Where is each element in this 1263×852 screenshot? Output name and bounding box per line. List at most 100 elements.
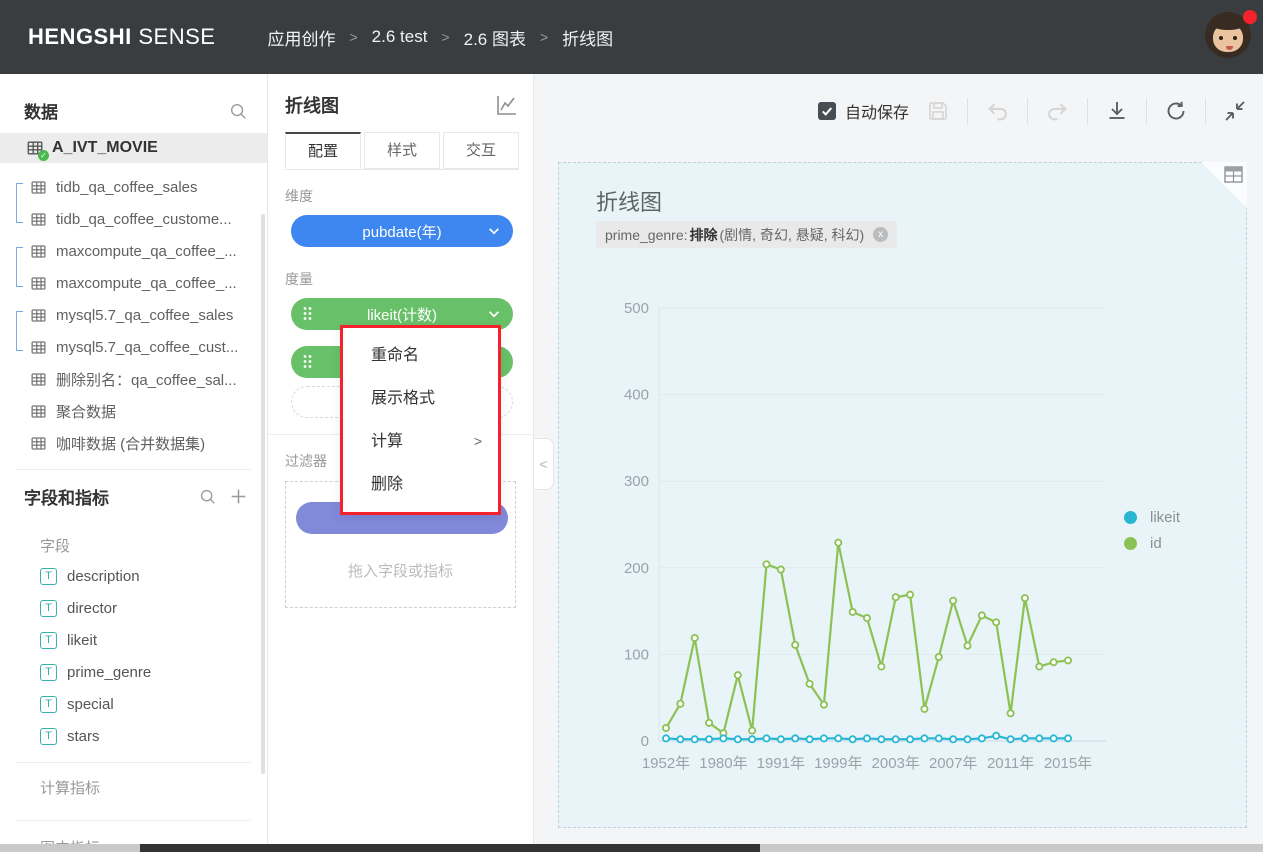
submenu-arrow-icon: > [474, 420, 482, 463]
page-curl-data-view[interactable] [1201, 162, 1247, 208]
sidebar-scrollbar[interactable] [261, 214, 265, 774]
context-menu-item[interactable]: 展示格式 [343, 377, 498, 420]
chart-canvas[interactable]: 折线图 prime_genre: 排除(剧情, 奇幻, 悬疑, 科幻) x 0 1… [558, 162, 1247, 828]
autosave-toggle[interactable]: 自动保存 [818, 99, 909, 123]
measure-pill-label: likeit(计数) [367, 304, 437, 325]
search-icon[interactable] [229, 102, 247, 120]
refresh-icon[interactable] [1164, 99, 1188, 123]
field-item[interactable]: Tstars [0, 720, 267, 752]
dataset-item-label: 聚合数据 [56, 401, 116, 422]
text-field-type-icon: T [40, 664, 57, 681]
legend-item-likeit[interactable]: likeit [1124, 509, 1180, 526]
filter-chip: prime_genre: 排除(剧情, 奇幻, 悬疑, 科幻) x [596, 221, 897, 248]
dataset-item[interactable]: maxcompute_qa_coffee_... [0, 235, 267, 267]
drop-hint-text: 拖入字段或指标 [290, 560, 511, 581]
scrollbar-thumb[interactable] [140, 844, 760, 852]
panel-collapse-handle[interactable]: < [534, 438, 554, 490]
chart-toolbar: 自动保存 [818, 98, 1247, 124]
dataset-item[interactable]: 咖啡数据 (合并数据集) [0, 427, 267, 459]
dataset-item[interactable]: mysql5.7_qa_coffee_cust... [0, 331, 267, 363]
fields-group-label: 字段 [0, 519, 267, 560]
legend-label: likeit [1150, 509, 1180, 526]
field-item[interactable]: Tprime_genre [0, 656, 267, 688]
breadcrumb-separator: > [540, 29, 548, 45]
breadcrumb-item[interactable]: 折线图 [562, 25, 613, 50]
chevron-down-icon[interactable] [487, 307, 501, 321]
dataset-group: 删除别名：qa_coffee_sal... [0, 363, 267, 395]
field-item[interactable]: Tdirector [0, 592, 267, 624]
dataset-group: 咖啡数据 (合并数据集) [0, 427, 267, 459]
field-item[interactable]: Tdescription [0, 560, 267, 592]
drag-handle-icon[interactable] [303, 354, 312, 369]
dataset-linked-group: mysql5.7_qa_coffee_salesmysql5.7_qa_coff… [0, 299, 267, 363]
svg-text:500: 500 [624, 300, 649, 317]
tab-配置[interactable]: 配置 [285, 132, 361, 169]
add-field-icon[interactable] [230, 488, 247, 505]
legend-dot [1124, 511, 1137, 524]
chart-workspace: 自动保存 折线图 prime_genre: 排除(剧情, [534, 74, 1263, 852]
dataset-item[interactable]: 聚合数据 [0, 395, 267, 427]
data-section-title: 数据 [24, 98, 215, 123]
legend-item-id[interactable]: id [1124, 535, 1180, 552]
tab-样式[interactable]: 样式 [364, 132, 440, 169]
breadcrumb-item[interactable]: 2.6 图表 [464, 25, 526, 50]
dataset-item-label: maxcompute_qa_coffee_... [56, 243, 237, 260]
field-item-label: special [67, 696, 114, 713]
context-menu-item[interactable]: 重命名 [343, 334, 498, 377]
svg-text:1999年: 1999年 [814, 755, 862, 772]
svg-text:1952年: 1952年 [642, 755, 690, 772]
measure-label: 度量 [285, 269, 516, 289]
collapse-fullscreen-icon[interactable] [1223, 99, 1247, 123]
svg-text:100: 100 [624, 646, 649, 663]
svg-text:400: 400 [624, 387, 649, 404]
drag-handle-icon[interactable] [303, 306, 312, 321]
redo-icon [1045, 99, 1070, 124]
dimension-label: 维度 [285, 186, 516, 206]
table-icon [30, 211, 47, 228]
field-item[interactable]: Tspecial [0, 688, 267, 720]
dataset-item[interactable]: 删除别名：qa_coffee_sal... [0, 363, 267, 395]
dimension-pill-pubdate[interactable]: pubdate(年) [291, 215, 513, 247]
undo-icon [985, 99, 1010, 124]
field-item-label: likeit [67, 632, 97, 649]
search-icon[interactable] [199, 488, 216, 505]
panel-title: 折线图 [285, 92, 479, 118]
calc-metrics-title[interactable]: 计算指标 [0, 763, 267, 802]
line-chart-type-icon[interactable] [493, 92, 519, 118]
checkbox-checked-icon[interactable] [818, 102, 836, 120]
dataset-item[interactable]: mysql5.7_qa_coffee_sales [0, 299, 267, 331]
context-menu-item[interactable]: 删除 [343, 463, 498, 506]
text-field-type-icon: T [40, 600, 57, 617]
toolbar-divider [1205, 98, 1206, 124]
breadcrumb-item[interactable]: 应用创作 [267, 25, 335, 50]
svg-text:0: 0 [641, 733, 649, 750]
field-list: TdescriptionTdirectorTlikeitTprime_genre… [0, 560, 267, 752]
dataset-linked-group: tidb_qa_coffee_salestidb_qa_coffee_custo… [0, 171, 267, 235]
filter-chip-operator: 排除 [690, 225, 718, 245]
filter-chip-values: (剧情, 奇幻, 悬疑, 科幻) [720, 225, 865, 245]
table-icon [30, 243, 47, 260]
legend-label: id [1150, 535, 1162, 552]
field-item[interactable]: Tlikeit [0, 624, 267, 656]
user-avatar[interactable] [1205, 12, 1255, 62]
dataset-item[interactable]: tidb_qa_coffee_custome... [0, 203, 267, 235]
dataset-list: tidb_qa_coffee_salestidb_qa_coffee_custo… [0, 171, 267, 459]
text-field-type-icon: T [40, 728, 57, 745]
line-chart[interactable]: 01002003004005001952年1980年1991年1999年2003… [599, 283, 1159, 783]
chart-title: 折线图 [596, 185, 662, 217]
svg-text:300: 300 [624, 473, 649, 490]
horizontal-scrollbar[interactable] [0, 844, 1263, 852]
download-icon[interactable] [1105, 99, 1129, 123]
svg-text:1980年: 1980年 [699, 755, 747, 772]
chevron-down-icon[interactable] [487, 224, 501, 238]
breadcrumb-item[interactable]: 2.6 test [372, 27, 428, 47]
dataset-item[interactable]: tidb_qa_coffee_sales [0, 171, 267, 203]
tab-交互[interactable]: 交互 [443, 132, 519, 169]
dataset-item[interactable]: maxcompute_qa_coffee_... [0, 267, 267, 299]
table-icon [30, 403, 47, 420]
dataset-selected[interactable]: ✓ A_IVT_MOVIE [0, 133, 267, 163]
context-menu-item[interactable]: 计算> [343, 420, 498, 463]
filter-chip-close-icon[interactable]: x [873, 227, 888, 242]
table-icon [30, 435, 47, 452]
svg-text:2011年: 2011年 [987, 755, 1034, 772]
